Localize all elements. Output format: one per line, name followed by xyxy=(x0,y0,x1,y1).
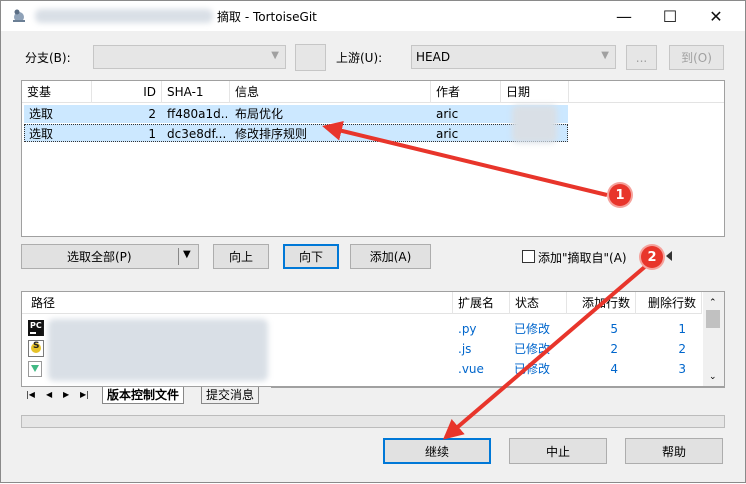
marker-one: 1 xyxy=(609,184,631,206)
arrow-to-commit-row xyxy=(322,121,608,197)
annotation-arrows xyxy=(322,121,649,440)
arrow-to-continue xyxy=(442,263,649,440)
cherry-pick-dialog: 摘取 - TortoiseGit — ☐ ✕ 分支(B): ▼ 上游(U): H… xyxy=(0,0,746,483)
marker-two: 2 xyxy=(641,246,663,268)
